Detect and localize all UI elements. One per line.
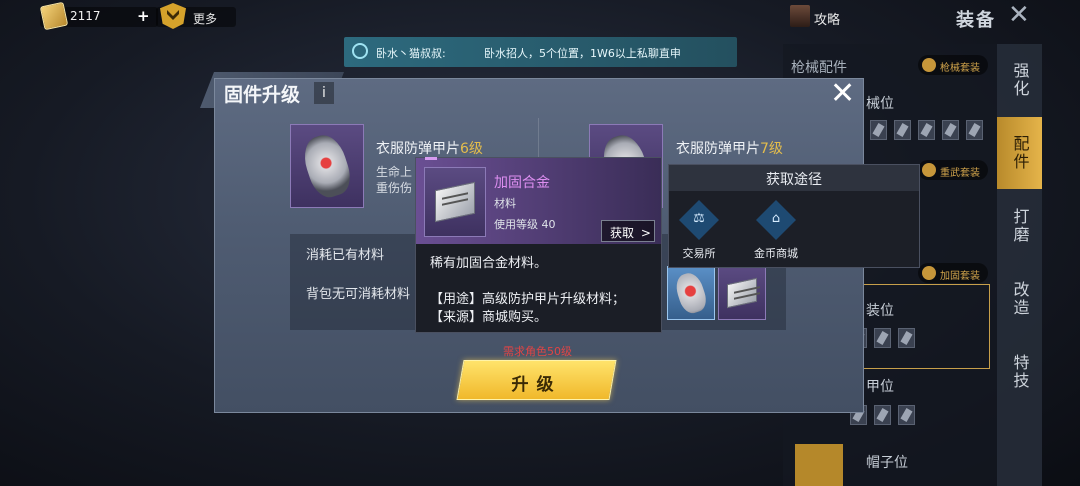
chat-channel-icon <box>352 43 368 59</box>
level-requirement: 需求角色50级 <box>503 345 572 358</box>
chat-sender: 卧水丶猫叔叔: <box>376 47 446 60</box>
armor-plate-icon <box>672 269 710 317</box>
set-tag-heavy[interactable]: 重武套装 <box>918 160 988 180</box>
strategy-link[interactable]: 攻略 <box>814 9 840 28</box>
mini-slot[interactable] <box>942 120 959 140</box>
current-item-slot[interactable] <box>290 124 364 208</box>
mini-slot[interactable] <box>894 120 911 140</box>
alloy-icon <box>435 181 475 223</box>
dialog-close-icon[interactable]: ✕ <box>830 79 860 110</box>
material-slot[interactable] <box>667 266 715 320</box>
add-currency-button[interactable]: + <box>137 9 150 24</box>
close-icon[interactable]: ✕ <box>1008 2 1032 28</box>
chevron-right-icon: > <box>640 226 651 240</box>
mini-slot[interactable] <box>918 120 935 140</box>
get-button[interactable]: 获取 > <box>601 220 655 242</box>
mini-slot[interactable] <box>898 328 915 348</box>
mini-slot[interactable] <box>966 120 983 140</box>
mini-slot[interactable] <box>874 405 891 425</box>
more-label[interactable]: 更多 <box>193 10 217 27</box>
next-item-name: 衣服防弹甲片7级 <box>676 138 783 158</box>
mini-slot[interactable] <box>874 328 891 348</box>
current-stat-2: 重伤伤 <box>376 181 413 195</box>
tooltip-description: 稀有加固合金材料。 <box>430 256 548 271</box>
current-item-label: 衣服防弹甲片 <box>376 141 460 157</box>
current-stat-1: 生命上 <box>376 165 413 179</box>
tooltip-item-name: 加固合金 <box>494 175 550 191</box>
tab-strengthen[interactable]: 强化 <box>997 44 1042 116</box>
tooltip-item-type: 材料 <box>494 197 516 210</box>
alloy-icon <box>727 277 757 309</box>
dialog-title: 固件升级 <box>224 84 301 106</box>
armor-plate-icon <box>298 130 356 202</box>
slot-label-armor: 装位 <box>866 303 894 319</box>
route-shop-label[interactable]: 金币商城 <box>746 245 806 261</box>
tab-attachment[interactable]: 配件 <box>997 117 1042 189</box>
info-button[interactable]: i <box>314 82 334 104</box>
rarity-marker <box>425 157 437 160</box>
chat-message: 卧水招人，5个位置，1W6以上私聊直申 <box>484 47 681 60</box>
slot-label-plate: 甲位 <box>866 379 894 395</box>
slot-label-gun: 械位 <box>866 96 894 112</box>
tooltip-level-req: 使用等级 40 <box>494 218 556 231</box>
tab-polish[interactable]: 打磨 <box>997 190 1042 262</box>
consume-label: 消耗已有材料 <box>306 248 385 263</box>
route-title: 获取途径 <box>766 172 822 188</box>
avatar[interactable] <box>790 5 810 27</box>
tooltip-item-slot <box>424 167 486 237</box>
tooltip-source: 【来源】商城购买。 <box>430 310 548 325</box>
current-item-level: 6级 <box>460 141 483 157</box>
upgrade-button-label[interactable]: 升级 <box>460 370 613 395</box>
get-button-label[interactable]: 获取 <box>610 226 634 240</box>
mini-slot[interactable] <box>870 120 887 140</box>
route-exchange-label[interactable]: 交易所 <box>669 245 729 261</box>
ticket-icon <box>39 1 69 31</box>
next-item-label: 衣服防弹甲片 <box>676 141 760 157</box>
currency-amount: 2117 <box>70 9 101 23</box>
next-item-level: 7级 <box>760 141 783 157</box>
screen-title: 装备 <box>956 10 996 31</box>
tab-modify[interactable]: 改造 <box>997 263 1042 335</box>
mini-slot[interactable] <box>898 405 915 425</box>
slot-label-hat: 帽子位 <box>866 455 908 471</box>
material-slot[interactable] <box>718 266 766 320</box>
bag-empty-label: 背包无可消耗材料 <box>306 287 411 302</box>
set-tag-reinforced[interactable]: 加固套装 <box>918 263 988 283</box>
tab-skill[interactable]: 特技 <box>997 336 1042 408</box>
set-tag-gun[interactable]: 枪械套装 <box>918 55 988 75</box>
current-item-name: 衣服防弹甲片6级 <box>376 138 483 158</box>
tooltip-usage: 【用途】高级防护甲片升级材料； <box>430 292 626 307</box>
side-panel-heading: 枪械配件 <box>791 60 847 76</box>
hat-slot[interactable] <box>795 444 843 486</box>
